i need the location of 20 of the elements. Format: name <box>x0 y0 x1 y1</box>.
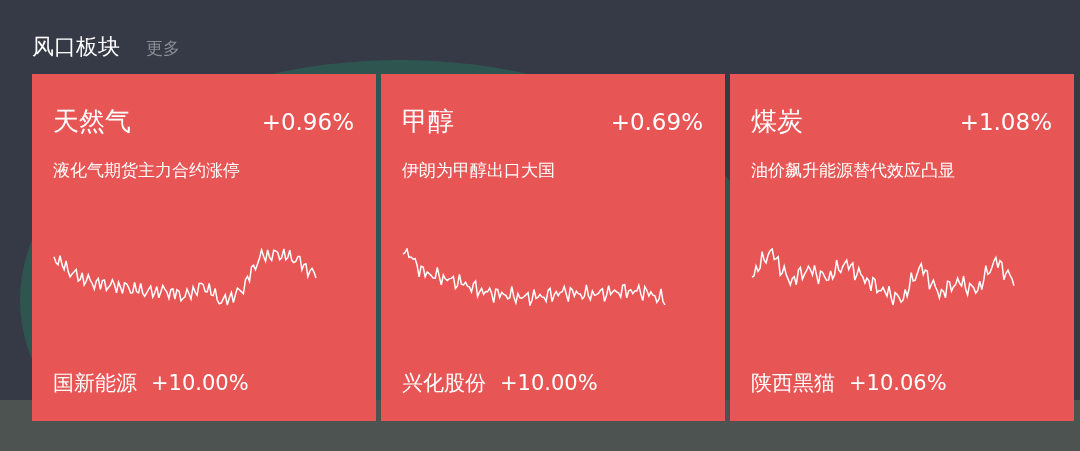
sector-card[interactable]: 天然气 +0.96% 液化气期货主力合约涨停 国新能源 +10.00% <box>32 74 376 421</box>
sector-name: 煤炭 <box>751 105 803 138</box>
sector-headline: 液化气期货主力合约涨停 <box>53 159 241 182</box>
sector-headline: 油价飙升能源替代效应凸显 <box>751 159 956 182</box>
more-link[interactable]: 更多 <box>146 37 180 60</box>
stock-name: 陕西黑猫 <box>751 370 835 397</box>
stock-change: +10.06% <box>849 371 947 395</box>
stock-name: 国新能源 <box>53 370 137 397</box>
stock-change: +10.00% <box>500 371 598 395</box>
sector-change: +0.69% <box>610 108 703 135</box>
sector-card[interactable]: 煤炭 +1.08% 油价飙升能源替代效应凸显 陕西黑猫 +10.06% <box>730 74 1074 421</box>
stock-name: 兴化股份 <box>402 370 486 397</box>
stock-change: +10.00% <box>151 371 249 395</box>
sector-change: +0.96% <box>261 108 354 135</box>
sector-change: +1.08% <box>959 108 1052 135</box>
sector-name: 天然气 <box>53 105 131 138</box>
sector-card[interactable]: 甲醇 +0.69% 伊朗为甲醇出口大国 兴化股份 +10.00% <box>381 74 725 421</box>
section-title: 风口板块 <box>32 33 120 61</box>
sector-headline: 伊朗为甲醇出口大国 <box>402 159 556 182</box>
sector-name: 甲醇 <box>402 105 454 138</box>
